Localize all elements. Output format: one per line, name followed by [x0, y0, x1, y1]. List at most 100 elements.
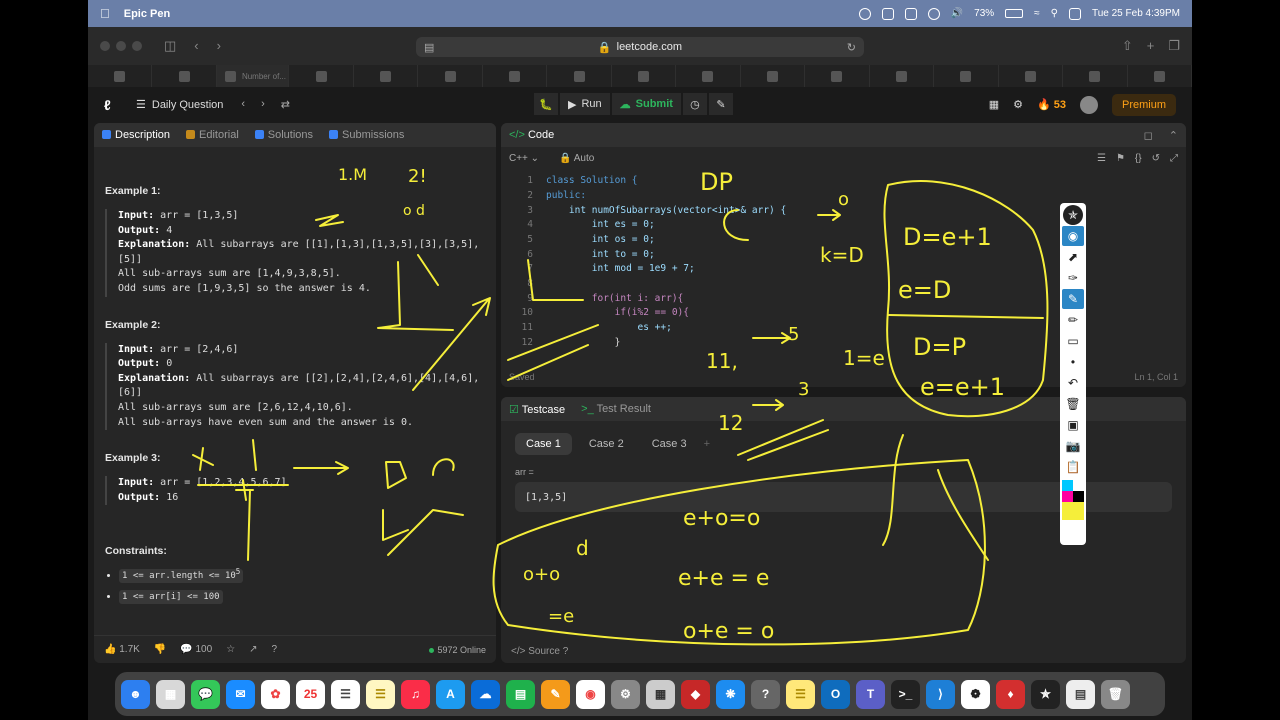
code-tab[interactable]: </> Code	[509, 129, 554, 141]
app-name[interactable]: Epic Pen	[124, 8, 170, 20]
tab-test-result[interactable]: >_ Test Result	[581, 403, 651, 415]
tab[interactable]	[934, 65, 999, 87]
chatgpt-icon[interactable]: ❁	[961, 679, 990, 709]
tab-overview-icon[interactable]: ❐	[1168, 38, 1180, 54]
calculator-icon[interactable]: ▦	[646, 679, 675, 709]
chrome-icon[interactable]: ◉	[576, 679, 605, 709]
streak-counter[interactable]: 🔥 53	[1037, 98, 1066, 111]
highlighter-icon[interactable]: ✏	[1062, 310, 1084, 330]
close-window-button[interactable]	[100, 41, 110, 51]
favorite-star-icon[interactable]: ☆	[226, 644, 235, 655]
tab[interactable]	[483, 65, 548, 87]
outlook-icon[interactable]: O	[821, 679, 850, 709]
premium-button[interactable]: Premium	[1111, 93, 1176, 116]
daily-question-link[interactable]: ☰ Daily Question	[136, 98, 223, 112]
volume-icon[interactable]: 🔊	[951, 8, 963, 19]
photos-icon[interactable]: ✿	[261, 679, 290, 709]
photo-booth-icon[interactable]: ◆	[681, 679, 710, 709]
reminders-icon[interactable]: ☰	[331, 679, 360, 709]
tab-description[interactable]: Description	[102, 129, 170, 141]
tab[interactable]	[289, 65, 354, 87]
tab[interactable]	[418, 65, 483, 87]
tab-solutions[interactable]: Solutions	[254, 129, 313, 141]
case-tab[interactable]: Case 2	[578, 433, 635, 455]
undo-icon[interactable]: ↶	[1062, 373, 1084, 393]
zoom-window-button[interactable]	[132, 41, 142, 51]
reload-icon[interactable]: ↻	[847, 41, 856, 54]
prev-problem-icon[interactable]: ‹	[241, 98, 245, 111]
screen-icon[interactable]	[904, 7, 917, 20]
tab[interactable]	[741, 65, 806, 87]
tab[interactable]	[152, 65, 217, 87]
tab[interactable]	[999, 65, 1064, 87]
magenta-swatch[interactable]	[1062, 491, 1073, 502]
camera-icon[interactable]: 📷	[1062, 436, 1084, 456]
battery-icon[interactable]	[1005, 9, 1024, 18]
tab[interactable]	[88, 65, 153, 87]
dislike-button[interactable]: 👎	[154, 644, 166, 655]
epic-pen-icon[interactable]: ✯	[1031, 679, 1060, 709]
debug-button[interactable]: 🐛	[534, 93, 558, 115]
auto-mode[interactable]: 🔒 Auto	[559, 153, 594, 164]
leetcode-logo-icon[interactable]: ℓ	[104, 97, 118, 113]
terminal-icon[interactable]: >_	[891, 679, 920, 709]
acrobat-icon[interactable]: ♦	[996, 679, 1025, 709]
layout-icon[interactable]: ▦	[989, 98, 999, 111]
comments-button[interactable]: 💬 100	[180, 644, 212, 655]
messages-icon[interactable]: 💬	[191, 679, 220, 709]
share-link-icon[interactable]: ↗	[249, 644, 257, 655]
site-settings-icon[interactable]: ▤	[424, 41, 434, 54]
tab[interactable]	[1128, 65, 1192, 87]
clipboard-icon[interactable]: 📋	[1062, 457, 1084, 477]
eye-icon[interactable]: ◉	[1062, 226, 1084, 246]
onedrive-icon[interactable]: ☁	[471, 679, 500, 709]
tab[interactable]	[547, 65, 612, 87]
wifi-extra-icon[interactable]	[927, 7, 940, 20]
cyan-swatch[interactable]	[1062, 480, 1073, 491]
next-problem-icon[interactable]: ›	[261, 98, 265, 111]
tab-editorial[interactable]: Editorial	[186, 129, 239, 141]
share-icon[interactable]: ⇧	[1122, 38, 1133, 54]
brush-size-icon[interactable]: •	[1062, 352, 1084, 372]
epic-pen-logo-icon[interactable]: ✯	[1063, 205, 1083, 225]
tab-testcase[interactable]: ☑ Testcase	[509, 403, 565, 416]
control-center-icon[interactable]	[1068, 7, 1081, 20]
tab[interactable]	[676, 65, 741, 87]
notes-icon[interactable]: ☰	[366, 679, 395, 709]
pen-icon[interactable]: ✎	[1062, 289, 1084, 309]
tab-active[interactable]: Number of...	[216, 65, 290, 87]
trash-icon[interactable]: 🗑	[1062, 394, 1084, 414]
like-button[interactable]: 👍 1.7K	[104, 644, 140, 655]
black-swatch[interactable]	[1073, 491, 1084, 502]
add-case-icon[interactable]: +	[704, 438, 710, 450]
forward-icon[interactable]: ›	[217, 38, 221, 54]
mail-icon[interactable]: ✉	[226, 679, 255, 709]
avatar[interactable]	[1079, 95, 1098, 114]
source-link[interactable]: </> Source ?	[511, 646, 568, 657]
new-tab-icon[interactable]: +	[1147, 38, 1155, 54]
eraser-icon[interactable]: ▭	[1062, 331, 1084, 351]
notes-button[interactable]: ✎	[708, 93, 733, 115]
reset-icon[interactable]: ↺	[1152, 153, 1160, 164]
tab[interactable]	[870, 65, 935, 87]
system-settings-icon[interactable]: ⚙	[611, 679, 640, 709]
maximize-icon[interactable]: ◻	[1144, 129, 1153, 142]
sidebar-icon[interactable]: ◫	[164, 38, 176, 54]
minimize-window-button[interactable]	[116, 41, 126, 51]
format-icon[interactable]: ☰	[1097, 153, 1106, 164]
tab[interactable]	[1063, 65, 1128, 87]
timer-button[interactable]: ◷	[682, 93, 707, 115]
vscode-icon[interactable]: ⟩	[926, 679, 955, 709]
clipboard-icon[interactable]	[881, 7, 894, 20]
whiteboard-icon[interactable]: ▣	[1062, 415, 1084, 435]
case-tab[interactable]: Case 1	[515, 433, 572, 455]
address-bar[interactable]: ▤ 🔒 leetcode.com ↻	[416, 37, 864, 57]
yellow-swatch[interactable]	[1062, 502, 1084, 520]
back-icon[interactable]: ‹	[194, 38, 198, 54]
pages-icon[interactable]: ✎	[541, 679, 570, 709]
tab-submissions[interactable]: Submissions	[329, 129, 404, 141]
apple-icon[interactable]: 	[100, 6, 110, 21]
document-icon[interactable]: ▤	[1066, 679, 1095, 709]
braces-icon[interactable]: {}	[1135, 153, 1142, 164]
submit-button[interactable]: ☁ Submit	[611, 93, 681, 115]
